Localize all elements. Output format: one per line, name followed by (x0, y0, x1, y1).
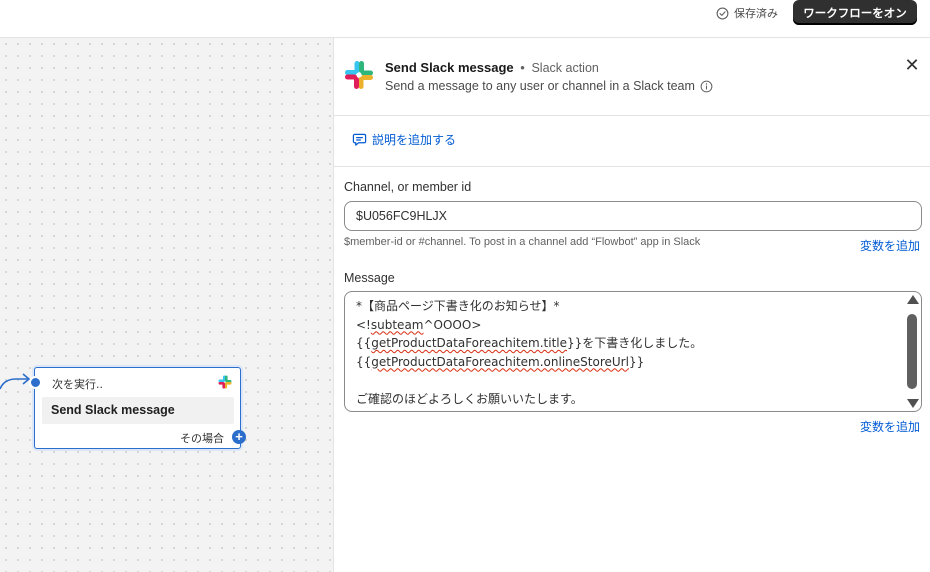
add-description-label[interactable]: 説明を追加する (372, 131, 456, 148)
info-icon[interactable] (700, 80, 713, 93)
workflow-canvas[interactable]: 次を実行.. Send Slack message その場合 + (0, 38, 333, 572)
title-separator: • (520, 60, 525, 75)
message-text: }}を下書き化しました。 (567, 336, 703, 350)
slack-logo-icon (345, 61, 373, 89)
node-condition-label: その場合 (180, 432, 224, 445)
workflow-node-send-slack-message[interactable]: 次を実行.. Send Slack message その場合 + (29, 367, 246, 449)
variable-token: getProductDataForeachitem.title (371, 336, 568, 350)
panel-description: Send a message to any user or channel in… (385, 79, 713, 93)
turn-on-workflow-button[interactable]: ワークフローをオン (793, 0, 917, 25)
node-label: 次を実行.. (52, 378, 103, 391)
panel-subtitle: Slack action (531, 61, 599, 75)
channel-help-text: $member-id or #channel. To post in a cha… (344, 236, 701, 248)
scroll-arrow-down-icon[interactable] (907, 399, 919, 408)
add-step-plus-icon[interactable]: + (232, 430, 246, 444)
channel-input[interactable] (344, 201, 922, 231)
panel-title-text: Send Slack message (385, 60, 514, 75)
message-line: {{getProductDataForeachitem.title}}を下書き化… (356, 334, 702, 353)
check-circle-icon (716, 7, 729, 19)
step-config-panel: Send Slack message • Slack action Send a… (333, 38, 930, 572)
channel-field-label: Channel, or member id (344, 180, 472, 194)
message-add-variable-link[interactable]: 変数を追加 (860, 418, 920, 435)
message-text: {{ (356, 336, 372, 350)
panel-title: Send Slack message • Slack action (385, 60, 599, 75)
node-input-handle[interactable] (29, 376, 42, 389)
message-line: ご確認のほどよろしくお願いいたします。 (356, 391, 583, 406)
comment-add-icon (352, 133, 367, 146)
message-content[interactable]: *【商品ページ下書き化のお知らせ】* <!subteam^OOOO> {{getPr… (356, 297, 702, 408)
message-field-label: Message (344, 271, 395, 285)
message-text: <! (356, 317, 371, 332)
message-text: {{ (356, 354, 372, 369)
panel-description-text: Send a message to any user or channel in… (385, 79, 695, 93)
message-textarea[interactable]: *【商品ページ下書き化のお知らせ】* <!subteam^OOOO> {{getPr… (344, 291, 922, 412)
top-bar: 保存済み ワークフローをオン (0, 0, 930, 38)
variable-token: getProductDataForeachitem.onlineStoreUrl (371, 354, 629, 369)
save-status: 保存済み (716, 5, 778, 21)
spellcheck-token: subteam (370, 317, 424, 332)
panel-header: Send Slack message • Slack action Send a… (334, 38, 930, 116)
message-text: }} (628, 354, 645, 369)
message-line: <!subteam^OOOO> (356, 316, 702, 335)
scrollbar-thumb[interactable] (907, 314, 917, 389)
divider (334, 166, 930, 167)
message-line (356, 371, 702, 390)
slack-logo-icon (218, 375, 232, 389)
add-description-link[interactable]: 説明を追加する (352, 130, 456, 148)
save-status-label: 保存済み (734, 8, 778, 20)
message-line: *【商品ページ下書き化のお知らせ】* (356, 299, 560, 313)
message-text: ^OOOO> (423, 317, 482, 332)
message-scrollbar[interactable] (905, 295, 919, 408)
scroll-arrow-up-icon[interactable] (907, 295, 919, 304)
close-icon[interactable]: ✕ (903, 56, 921, 74)
node-title: Send Slack message (42, 397, 234, 424)
message-line: {{getProductDataForeachitem.onlineStoreU… (356, 353, 702, 372)
channel-add-variable-link[interactable]: 変数を追加 (860, 237, 920, 254)
